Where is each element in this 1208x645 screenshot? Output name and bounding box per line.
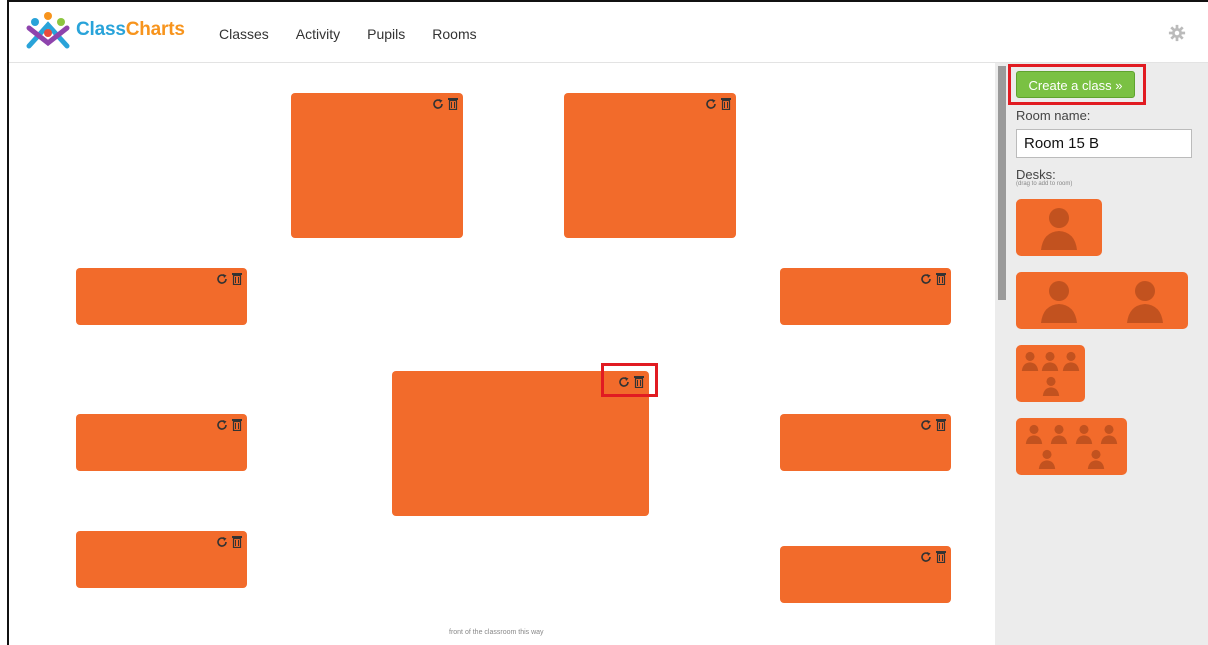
sidebar-scrollbar[interactable]: [998, 66, 1006, 300]
main-nav: Classes Activity Pupils Rooms: [219, 26, 504, 42]
delete-trash-icon[interactable]: [447, 97, 459, 110]
delete-trash-icon[interactable]: [231, 535, 243, 548]
person-icon: [1041, 280, 1077, 323]
person-icon: [1041, 207, 1077, 250]
nav-classes[interactable]: Classes: [219, 26, 269, 42]
person-icon: [1127, 280, 1163, 323]
nav-rooms[interactable]: Rooms: [432, 26, 476, 42]
delete-trash-icon[interactable]: [633, 375, 645, 388]
rotate-icon[interactable]: [618, 376, 630, 388]
desk-controls: [432, 97, 459, 110]
logo-text-part1: Class: [76, 19, 126, 40]
desk-template-six[interactable]: [1016, 418, 1127, 475]
desk-controls: [216, 418, 243, 431]
person-icon: [1062, 352, 1079, 372]
top-navbar: ClassCharts Classes Activity Pupils Room…: [9, 2, 1208, 63]
classcharts-logo[interactable]: ClassCharts: [26, 10, 185, 50]
rotate-icon[interactable]: [216, 536, 228, 548]
person-icon: [1021, 352, 1039, 372]
room-sidebar: Create a class » Room name: Desks: (drag…: [995, 63, 1208, 645]
logo-text: ClassCharts: [76, 19, 185, 41]
delete-trash-icon[interactable]: [720, 97, 732, 110]
delete-trash-icon[interactable]: [231, 272, 243, 285]
delete-trash-icon[interactable]: [231, 418, 243, 431]
desk-controls: [618, 375, 645, 388]
desk[interactable]: [564, 93, 736, 238]
person-icon: [1042, 376, 1059, 396]
delete-trash-icon[interactable]: [935, 550, 947, 563]
person-icon: [1038, 449, 1055, 469]
settings-gear-icon[interactable]: [1168, 24, 1186, 42]
desk[interactable]: [76, 531, 247, 588]
desk[interactable]: [780, 414, 951, 471]
desk[interactable]: [392, 371, 649, 516]
desk-controls: [920, 418, 947, 431]
rotate-icon[interactable]: [432, 98, 444, 110]
rotate-icon[interactable]: [216, 273, 228, 285]
create-class-button[interactable]: Create a class »: [1016, 71, 1135, 98]
rotate-icon[interactable]: [705, 98, 717, 110]
desk[interactable]: [76, 414, 247, 471]
desk-controls: [920, 550, 947, 563]
rotate-icon[interactable]: [920, 273, 932, 285]
desk[interactable]: [76, 268, 247, 325]
desk-template-single[interactable]: [1016, 199, 1102, 256]
room-name-input[interactable]: [1016, 129, 1192, 158]
desk-controls: [705, 97, 732, 110]
nav-activity[interactable]: Activity: [296, 26, 340, 42]
room-layout-canvas[interactable]: front of the classroom this way: [9, 63, 994, 645]
person-icon: [1100, 425, 1117, 445]
person-icon: [1050, 425, 1068, 445]
rotate-icon[interactable]: [920, 551, 932, 563]
desk[interactable]: [780, 546, 951, 603]
desk-controls: [216, 535, 243, 548]
logo-text-part2: Charts: [125, 19, 185, 40]
desk-controls: [216, 272, 243, 285]
delete-trash-icon[interactable]: [935, 272, 947, 285]
rotate-icon[interactable]: [920, 419, 932, 431]
person-icon: [1026, 425, 1043, 445]
desk-template-quad[interactable]: [1016, 345, 1085, 402]
person-icon: [1075, 425, 1093, 445]
front-of-classroom-label: front of the classroom this way: [449, 629, 544, 636]
person-icon: [1088, 449, 1105, 469]
room-name-label: Room name:: [1016, 108, 1091, 123]
desks-hint: (drag to add to room): [1016, 181, 1073, 187]
desk-template-double[interactable]: [1016, 272, 1188, 329]
nav-pupils[interactable]: Pupils: [367, 26, 405, 42]
person-icon: [1042, 352, 1059, 372]
delete-trash-icon[interactable]: [935, 418, 947, 431]
desk[interactable]: [291, 93, 463, 238]
desk[interactable]: [780, 268, 951, 325]
logo-people-icon: [26, 12, 70, 49]
desks-label: Desks:: [1016, 167, 1056, 182]
rotate-icon[interactable]: [216, 419, 228, 431]
desk-controls: [920, 272, 947, 285]
